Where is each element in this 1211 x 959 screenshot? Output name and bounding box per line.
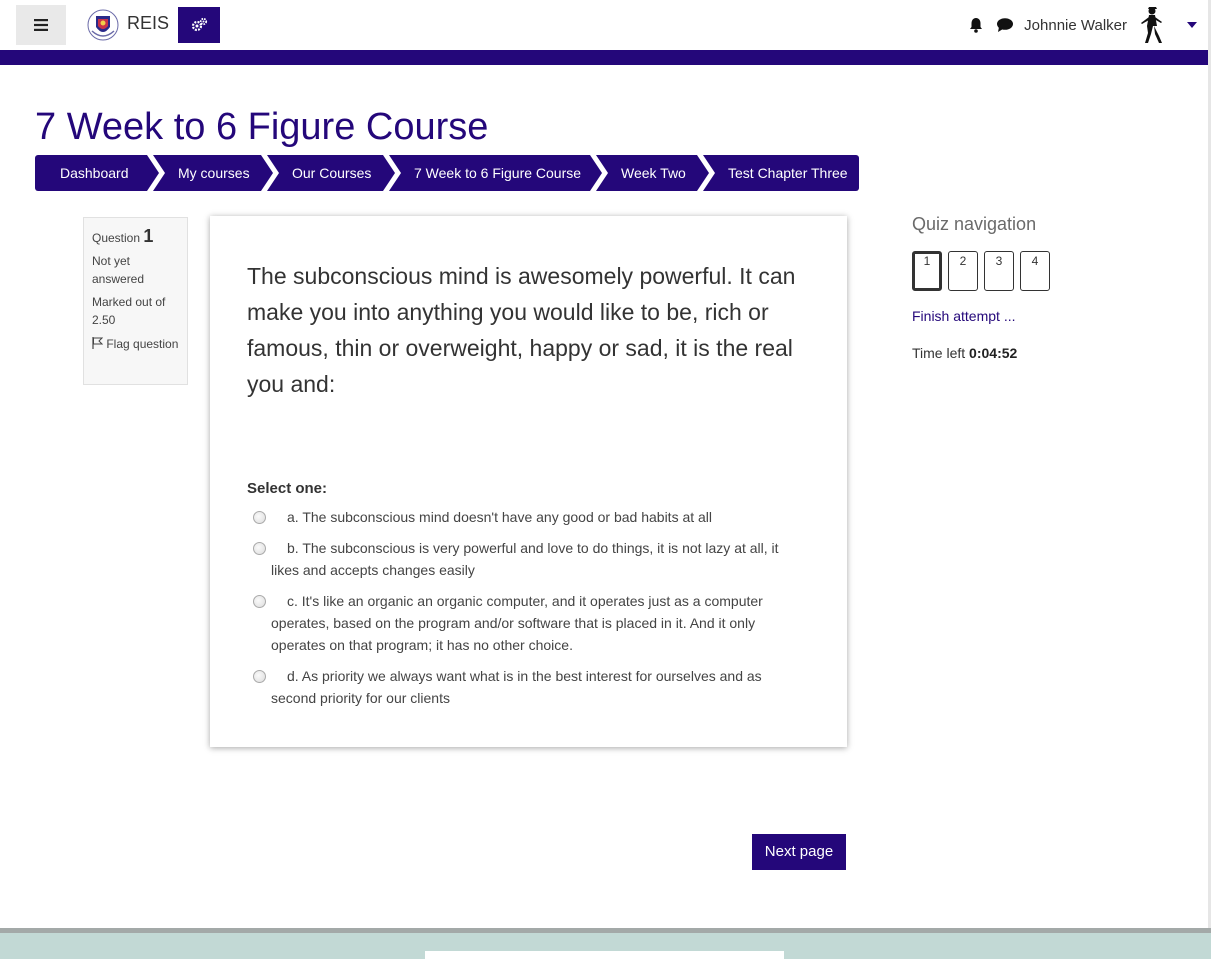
breadcrumb-chevron-icon	[590, 155, 608, 191]
answer-label[interactable]: a. The subconscious mind doesn't have an…	[250, 506, 790, 528]
time-left: Time left 0:04:52	[912, 345, 1017, 361]
messages-chat-icon[interactable]	[996, 17, 1014, 33]
answer-prompt: Select one:	[247, 480, 328, 497]
site-admin-button[interactable]	[178, 7, 220, 43]
time-left-label: Time left	[912, 345, 966, 361]
answer-option-d[interactable]: d. As priority we always want what is in…	[250, 665, 790, 709]
question-info-panel: Question 1 Not yet answered Marked out o…	[83, 217, 188, 385]
radio-button[interactable]	[253, 542, 266, 555]
question-label: Question	[92, 231, 141, 245]
quiz-navigation-buttons: 1 2 3 4	[912, 251, 1056, 291]
radio-button[interactable]	[253, 595, 266, 608]
next-page-button[interactable]: Next page	[752, 834, 846, 870]
breadcrumb-item-our-courses[interactable]: Our Courses	[267, 155, 401, 191]
quiz-nav-question-3[interactable]: 3	[984, 251, 1014, 291]
quiz-nav-question-4[interactable]: 4	[1020, 251, 1050, 291]
answer-label[interactable]: c. It's like an organic an organic compu…	[250, 590, 790, 656]
radio-button[interactable]	[253, 511, 266, 524]
quiz-nav-question-2[interactable]: 2	[948, 251, 978, 291]
breadcrumb-chevron-icon	[697, 155, 715, 191]
breadcrumb-item-course[interactable]: 7 Week to 6 Figure Course	[389, 155, 608, 191]
question-state: Not yet answered	[92, 254, 145, 286]
breadcrumb-item-dashboard[interactable]: Dashboard	[35, 155, 165, 191]
hamburger-icon	[34, 19, 48, 31]
site-name[interactable]: REIS	[127, 13, 169, 34]
footer-content-box	[425, 951, 784, 959]
top-navbar: REIS Johnnie Walker	[0, 0, 1211, 50]
answer-option-a[interactable]: a. The subconscious mind doesn't have an…	[250, 506, 790, 528]
answer-option-b[interactable]: b. The subconscious is very powerful and…	[250, 537, 790, 581]
time-left-value: 0:04:52	[969, 345, 1018, 361]
breadcrumb-item-week-two[interactable]: Week Two	[596, 155, 715, 191]
flag-icon	[92, 337, 104, 349]
answer-label[interactable]: d. As priority we always want what is in…	[250, 665, 790, 709]
answer-label[interactable]: b. The subconscious is very powerful and…	[250, 537, 790, 581]
flag-question-toggle[interactable]: Flag question	[92, 335, 179, 353]
quiz-navigation-title: Quiz navigation	[912, 214, 1037, 234]
flag-question-label: Flag question	[106, 337, 179, 351]
navbar-accent-strip	[0, 50, 1208, 65]
breadcrumb: Dashboard My courses Our Courses 7 Week …	[35, 155, 859, 191]
breadcrumb-chevron-icon	[261, 155, 279, 191]
chevron-down-icon[interactable]	[1187, 22, 1197, 28]
breadcrumb-chevron-icon	[147, 155, 165, 191]
user-avatar[interactable]	[1135, 6, 1165, 44]
answer-option-c[interactable]: c. It's like an organic an organic compu…	[250, 590, 790, 656]
notifications-bell-icon[interactable]	[968, 17, 984, 33]
question-card: The subconscious mind is awesomely power…	[210, 216, 847, 747]
quiz-nav-question-1[interactable]: 1	[912, 251, 942, 291]
breadcrumb-item-my-courses[interactable]: My courses	[153, 155, 279, 191]
radio-button[interactable]	[253, 670, 266, 683]
question-text: The subconscious mind is awesomely power…	[247, 263, 796, 397]
user-name[interactable]: Johnnie Walker	[1024, 17, 1127, 34]
cogs-icon	[191, 17, 208, 32]
menu-toggle-button[interactable]	[16, 5, 66, 45]
site-logo[interactable]	[86, 7, 120, 43]
finish-attempt-link[interactable]: Finish attempt ...	[912, 308, 1015, 324]
question-marks: Marked out of 2.50	[92, 295, 166, 327]
breadcrumb-chevron-icon	[383, 155, 401, 191]
page-title: 7 Week to 6 Figure Course	[35, 106, 489, 148]
question-number: 1	[143, 226, 154, 246]
user-menu-area: Johnnie Walker	[968, 6, 1197, 44]
breadcrumb-item-test-chapter-three[interactable]: Test Chapter Three	[703, 155, 859, 191]
